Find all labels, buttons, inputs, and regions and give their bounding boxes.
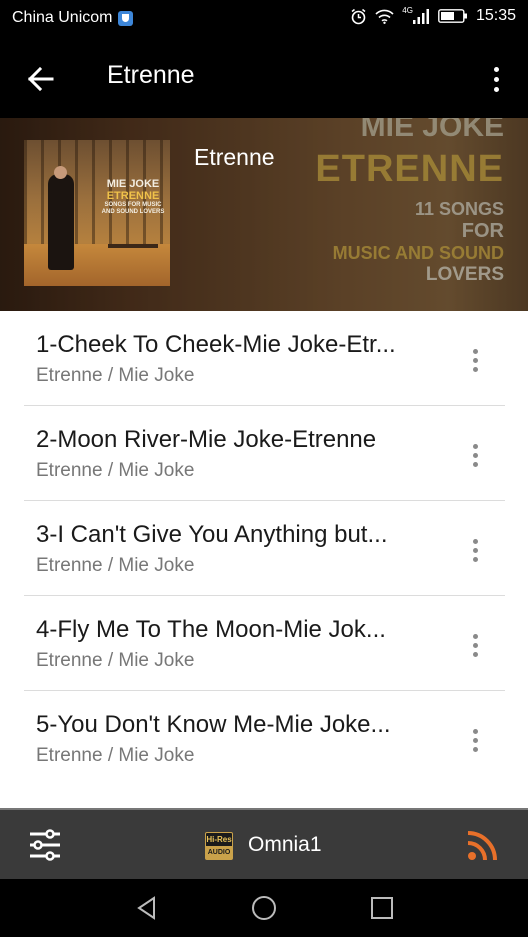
cover-bench: [108, 244, 158, 258]
track-more-icon[interactable]: [467, 345, 483, 375]
track-more-icon[interactable]: [467, 725, 483, 755]
hires-label: Hi-Res: [206, 835, 232, 844]
track-title: 1-Cheek To Cheek-Mie Joke-Etr...: [36, 331, 396, 358]
carrier-name: China Unicom: [12, 9, 113, 26]
wifi-icon: [375, 9, 394, 24]
track-row[interactable]: 5-You Don't Know Me-Mie Joke... Etrenne …: [24, 691, 505, 786]
carrier: China Unicom: [12, 9, 134, 27]
track-list: 1-Cheek To Cheek-Mie Joke-Etr... Etrenne…: [0, 311, 528, 808]
status-bar: China Unicom 4G 15:35: [0, 0, 528, 38]
circle-home-icon[interactable]: [251, 895, 277, 921]
track-title: 2-Moon River-Mie Joke-Etrenne: [36, 426, 377, 453]
track-title: 4-Fly Me To The Moon-Mie Jok...: [36, 616, 386, 643]
device-name[interactable]: Omnia1: [248, 833, 322, 857]
signal-icon: [412, 8, 429, 24]
track-subtitle: Etrenne / Mie Joke: [36, 555, 195, 576]
track-subtitle: Etrenne / Mie Joke: [36, 650, 195, 671]
cover-album: ETRENNE: [106, 190, 160, 203]
alarm-icon: [351, 8, 366, 24]
square-recents-icon[interactable]: [369, 895, 395, 921]
track-more-icon[interactable]: [467, 440, 483, 470]
track-subtitle: Etrenne / Mie Joke: [36, 745, 195, 766]
track-title: 5-You Don't Know Me-Mie Joke...: [36, 711, 391, 738]
track-subtitle: Etrenne / Mie Joke: [36, 460, 195, 481]
cover-figure: [48, 166, 74, 270]
cover-text: MIE JOKE ETRENNE SONGS FOR MUSIC AND SOU…: [100, 178, 166, 215]
player-bar: Hi-Res AUDIO Omnia1: [0, 808, 528, 879]
cover-artist: MIE JOKE: [106, 178, 160, 190]
clock: 15:35: [475, 7, 516, 24]
track-more-icon[interactable]: [467, 535, 483, 565]
track-title: 3-I Can't Give You Anything but...: [36, 521, 388, 548]
more-vertical-icon[interactable]: [484, 62, 508, 96]
cast-icon[interactable]: [466, 828, 500, 862]
status-icons: 4G 15:35: [350, 5, 516, 25]
system-nav-bar: [0, 879, 528, 937]
arrow-left-icon[interactable]: [24, 62, 58, 96]
cover-tagline: SONGS FOR MUSIC AND SOUND LOVERS: [101, 202, 165, 215]
equalizer-icon[interactable]: [28, 828, 62, 862]
track-row[interactable]: 3-I Can't Give You Anything but... Etren…: [24, 501, 505, 596]
app-bar: Etrenne: [0, 38, 528, 118]
hires-audio-label: AUDIO: [206, 846, 232, 859]
track-row[interactable]: 4-Fly Me To The Moon-Mie Jok... Etrenne …: [24, 596, 505, 691]
page-title: Etrenne: [107, 61, 195, 89]
track-row[interactable]: 2-Moon River-Mie Joke-Etrenne Etrenne / …: [24, 406, 505, 501]
network-label: 4G: [402, 5, 413, 15]
track-subtitle: Etrenne / Mie Joke: [36, 365, 195, 386]
album-header: MIE JOKE ETRENNE 11 SONGS FOR MUSIC AND …: [0, 118, 528, 311]
shield-icon: [118, 10, 134, 26]
track-row[interactable]: 1-Cheek To Cheek-Mie Joke-Etr... Etrenne…: [24, 311, 505, 406]
hires-audio-badge: Hi-Res AUDIO: [205, 832, 233, 860]
triangle-back-icon[interactable]: [134, 895, 160, 921]
track-more-icon[interactable]: [467, 630, 483, 660]
battery-icon: [438, 9, 467, 23]
album-cover: MIE JOKE ETRENNE SONGS FOR MUSIC AND SOU…: [24, 140, 170, 286]
album-title: Etrenne: [194, 144, 275, 170]
